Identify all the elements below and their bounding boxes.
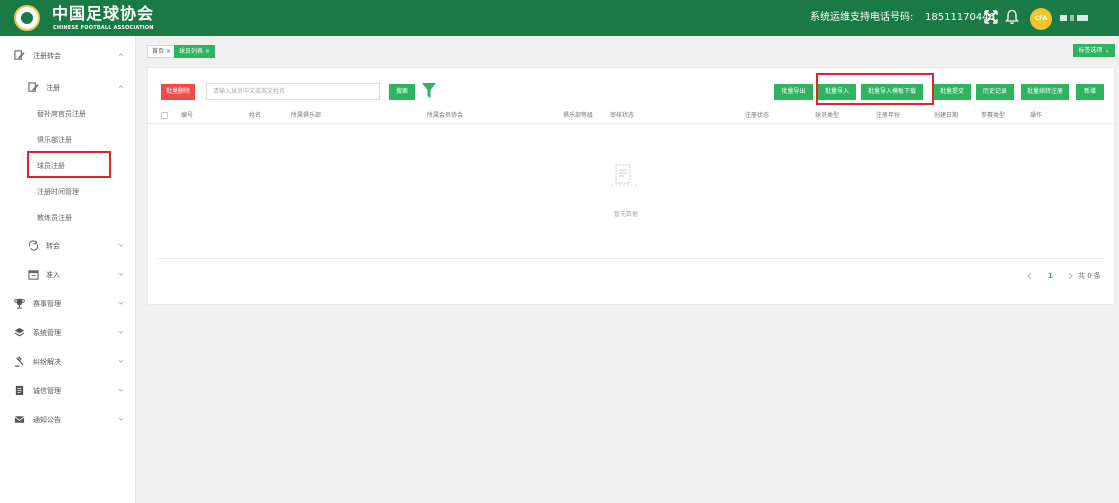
bell-icon[interactable]: [1005, 9, 1019, 25]
search-button[interactable]: 搜索: [389, 84, 415, 100]
top-header: 中国足球协会 CHINESE FOOTBALL ASSOCIATION 系统运维…: [0, 0, 1119, 36]
sidebar-item-transfer[interactable]: 转会: [0, 232, 136, 260]
highlight-player-registration: [27, 151, 111, 178]
column-header: 编号: [181, 112, 194, 119]
cfa-logo: [14, 5, 40, 31]
divider: [158, 258, 1104, 259]
sidebar-item-coach-registration[interactable]: 教练员注册: [0, 206, 136, 230]
brand-title: 中国足球协会: [52, 4, 155, 23]
sidebar-item-label: 准入: [46, 271, 60, 279]
batch-delete-button[interactable]: 批量删除: [161, 84, 195, 100]
add-button[interactable]: 新增: [1076, 84, 1104, 100]
tab-home[interactable]: 首页 ×: [147, 45, 176, 58]
column-header: 姓名: [249, 112, 262, 119]
sidebar-item-competition[interactable]: 赛事管理: [0, 290, 136, 318]
sidebar-item-label: 赛事管理: [33, 300, 61, 308]
sidebar-item-label: 诚信管理: [33, 387, 61, 395]
sidebar-item-label: 通知公告: [33, 416, 61, 424]
sidebar-item-registration[interactable]: 注册: [0, 74, 136, 102]
filter-icon[interactable]: [422, 82, 436, 100]
tab-label: 球员列表: [179, 48, 204, 55]
tab-label: 首页: [152, 48, 165, 55]
fullscreen-icon[interactable]: [984, 10, 998, 24]
column-header: 所属俱乐部: [291, 112, 322, 119]
user-name-redacted[interactable]: [1060, 15, 1088, 21]
close-icon[interactable]: ×: [205, 48, 210, 55]
history-button[interactable]: 历史记录: [976, 84, 1014, 100]
sidebar-item-label: 教练员注册: [37, 214, 72, 222]
column-header: 注册状态: [745, 112, 770, 119]
trophy-icon: [14, 298, 25, 309]
mail-icon: [14, 416, 25, 423]
tabs-bar: 首页 × 球员列表 ×: [136, 43, 1119, 60]
edit-icon: [28, 82, 39, 92]
sidebar-item-label: 注册转会: [33, 52, 61, 60]
layers-icon: [14, 327, 25, 337]
select-all-checkbox[interactable]: [161, 112, 168, 119]
sidebar-item-label: 系统管理: [33, 329, 61, 337]
column-header: 所属会员协会: [427, 112, 464, 119]
sidebar: 注册转会 注册 替补席官员注册 俱乐部注册 球员注册 注册时间管理 教练员注册 …: [0, 36, 136, 503]
current-page[interactable]: 1: [1048, 271, 1053, 281]
chevron-left-icon[interactable]: [1026, 272, 1034, 280]
column-header: 参赛类型: [981, 112, 1006, 119]
sidebar-item-registration-time[interactable]: 注册时间管理: [0, 180, 136, 204]
sidebar-item-label: 替补席官员注册: [37, 110, 86, 118]
close-icon[interactable]: ×: [166, 48, 171, 55]
chevron-down-icon: [118, 243, 124, 247]
document-icon: [15, 385, 24, 396]
user-avatar[interactable]: CFA: [1030, 8, 1052, 30]
column-header: 俱乐部等级: [563, 112, 594, 119]
chevron-down-icon: [118, 359, 124, 363]
calendar-icon: [28, 270, 39, 280]
chevron-right-icon[interactable]: [1066, 272, 1074, 280]
sidebar-item-label: 注册时间管理: [37, 188, 79, 196]
batch-submit-button[interactable]: 批量提交: [933, 84, 971, 100]
sidebar-item-system[interactable]: 系统管理: [0, 319, 136, 347]
sidebar-item-label: 俱乐部注册: [37, 136, 72, 144]
column-header: 操作: [1030, 112, 1043, 119]
batch-export-button[interactable]: 批量导出: [774, 84, 813, 100]
sidebar-item-label: 注册: [46, 84, 60, 92]
highlight-import-buttons: [816, 73, 934, 105]
chevron-down-icon: [118, 417, 124, 421]
sidebar-item-club-registration[interactable]: 俱乐部注册: [0, 128, 136, 152]
tag-options-button[interactable]: 标签选项 ⌄: [1073, 44, 1115, 57]
gavel-icon: [14, 356, 24, 367]
search-input[interactable]: [206, 83, 380, 100]
sidebar-item-integrity[interactable]: 诚信管理: [0, 377, 136, 405]
sidebar-item-label: 纠纷解决: [33, 358, 61, 366]
sidebar-item-registration-transfer[interactable]: 注册转会: [0, 42, 136, 70]
empty-data-text: 暂无数据: [614, 211, 639, 218]
chevron-down-icon: [118, 330, 124, 334]
sidebar-item-admission[interactable]: 准入: [0, 261, 136, 289]
empty-data-icon: [611, 164, 637, 186]
edit-icon: [14, 50, 25, 60]
chevron-down-icon: ⌄: [1104, 47, 1110, 54]
chevron-up-icon: [118, 85, 124, 89]
column-header: 审核状态: [610, 112, 635, 119]
sidebar-item-bench-official[interactable]: 替补席官员注册: [0, 102, 136, 126]
batch-reregister-button[interactable]: 批量续转注册: [1021, 84, 1069, 100]
column-header: 注册年份: [876, 112, 901, 119]
chevron-up-icon: [118, 53, 124, 57]
transfer-icon: [28, 240, 39, 251]
support-label: 系统运维支持电话号码:: [810, 12, 914, 23]
sidebar-item-notice[interactable]: 通知公告: [0, 406, 136, 434]
total-count: 共 0 条: [1078, 272, 1101, 280]
player-list-card: 批量删除 搜索 批量导出 批量导入 批量导入模板下载 批量提交 历史记录 批量续…: [147, 67, 1115, 305]
column-header: 球员类型: [815, 112, 840, 119]
chevron-down-icon: [118, 272, 124, 276]
tag-options-label: 标签选项: [1078, 47, 1103, 54]
chevron-down-icon: [118, 301, 124, 305]
sidebar-item-label: 转会: [46, 242, 60, 250]
chevron-down-icon: [118, 388, 124, 392]
tab-player-list[interactable]: 球员列表 ×: [174, 45, 215, 58]
brand-subtitle: CHINESE FOOTBALL ASSOCIATION: [53, 25, 154, 31]
column-header: 创建日期: [934, 112, 959, 119]
sidebar-item-dispute[interactable]: 纠纷解决: [0, 348, 136, 376]
table-header: 编号 姓名 所属俱乐部 所属会员协会 俱乐部等级 审核状态 注册状态 球员类型 …: [148, 108, 1114, 124]
